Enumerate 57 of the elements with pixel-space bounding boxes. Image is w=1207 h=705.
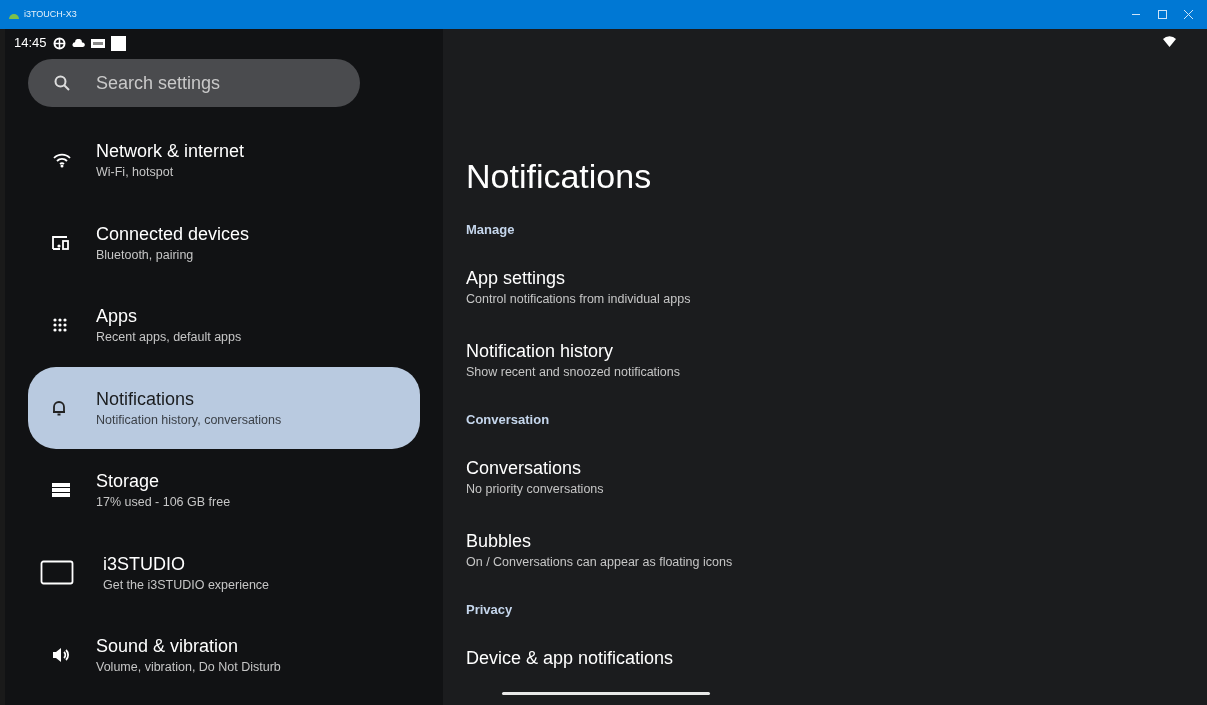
sidebar-item[interactable]: Connected devices Bluetooth, pairing bbox=[28, 201, 420, 284]
search-icon bbox=[54, 75, 70, 91]
item-subtitle: Show recent and snoozed notifications bbox=[466, 364, 681, 381]
close-icon bbox=[1183, 10, 1193, 19]
clock: 14:45 bbox=[14, 34, 47, 53]
item-subtitle: Recent apps, default apps bbox=[96, 329, 242, 347]
item-subtitle: Control notifications from individual apps bbox=[466, 291, 691, 308]
item-title: Notifications bbox=[96, 387, 196, 411]
section-heading: Conversation bbox=[466, 412, 550, 428]
devices-icon bbox=[52, 235, 70, 250]
page-title: Notifications bbox=[466, 156, 653, 196]
speaker-icon bbox=[52, 647, 70, 664]
sidebar-item[interactable]: Network & internet Wi-Fi, hotspot bbox=[28, 119, 420, 202]
item-subtitle: No priority conversations bbox=[466, 481, 604, 498]
item-title: Connected devices bbox=[96, 222, 250, 246]
maximize-icon bbox=[1157, 10, 1167, 19]
search-field[interactable]: Search settings bbox=[28, 59, 360, 107]
item-title: Apps bbox=[96, 305, 139, 329]
item-title: Storage bbox=[96, 470, 161, 494]
item-subtitle: Get the i3STUDIO experience bbox=[103, 576, 270, 594]
item-subtitle: On / Conversations can appear as floating icons bbox=[466, 554, 733, 571]
sidebar-item[interactable]: i3STUDIO Get the i3STUDIO experience bbox=[28, 531, 420, 614]
grid-icon bbox=[52, 317, 68, 334]
sidebar-item[interactable]: Sound & vibration Volume, vibration, Do Not Disturb bbox=[28, 614, 420, 697]
settings-item[interactable]: Conversations No priority conversations bbox=[466, 456, 1066, 498]
settings-item[interactable]: Device & app notifications bbox=[466, 646, 1066, 670]
settings-item[interactable]: App settings Control notifications from individual apps bbox=[466, 266, 1066, 308]
item-title: Device & app notifications bbox=[466, 647, 674, 670]
window-title: i3TOUCH-X3 bbox=[24, 7, 77, 21]
sidebar-item[interactable]: Storage 17% used - 106 GB free bbox=[28, 449, 420, 532]
sidebar-item[interactable]: Notifications Notification history, conversations bbox=[28, 366, 420, 449]
item-subtitle: Volume, vibration, Do Not Disturb bbox=[96, 659, 281, 677]
settings-item[interactable]: Notification history Show recent and snoozed notifications bbox=[466, 339, 1066, 381]
wifi-icon bbox=[52, 152, 72, 169]
bell-icon bbox=[52, 399, 66, 417]
sidebar-item[interactable]: Apps Recent apps, default apps bbox=[28, 284, 420, 367]
item-subtitle: Notification history, conversations bbox=[96, 411, 282, 429]
square-icon bbox=[110, 35, 126, 51]
item-title: i3STUDIO bbox=[103, 552, 186, 576]
item-title: Network & internet bbox=[96, 140, 245, 164]
item-subtitle: Bluetooth, pairing bbox=[96, 246, 195, 264]
item-subtitle: 17% used - 106 GB free bbox=[96, 494, 231, 512]
item-title: App settings bbox=[466, 267, 566, 290]
wifi-icon bbox=[1163, 36, 1176, 47]
storage-icon bbox=[52, 482, 70, 499]
item-title: Notification history bbox=[466, 340, 614, 363]
settings-item[interactable]: Bubbles On / Conversations can appear as floating icons bbox=[466, 529, 1066, 571]
item-title: Bubbles bbox=[466, 530, 532, 553]
tablet-icon bbox=[40, 559, 74, 586]
section-heading: Privacy bbox=[466, 602, 513, 618]
minimize-icon bbox=[1132, 13, 1140, 16]
item-subtitle: Wi-Fi, hotspot bbox=[96, 164, 175, 182]
cloud-icon bbox=[71, 39, 85, 47]
section-heading: Manage bbox=[466, 222, 515, 238]
screen-badge-icon bbox=[90, 38, 105, 48]
item-title: Sound & vibration bbox=[96, 635, 240, 659]
item-title: Conversations bbox=[466, 457, 582, 480]
